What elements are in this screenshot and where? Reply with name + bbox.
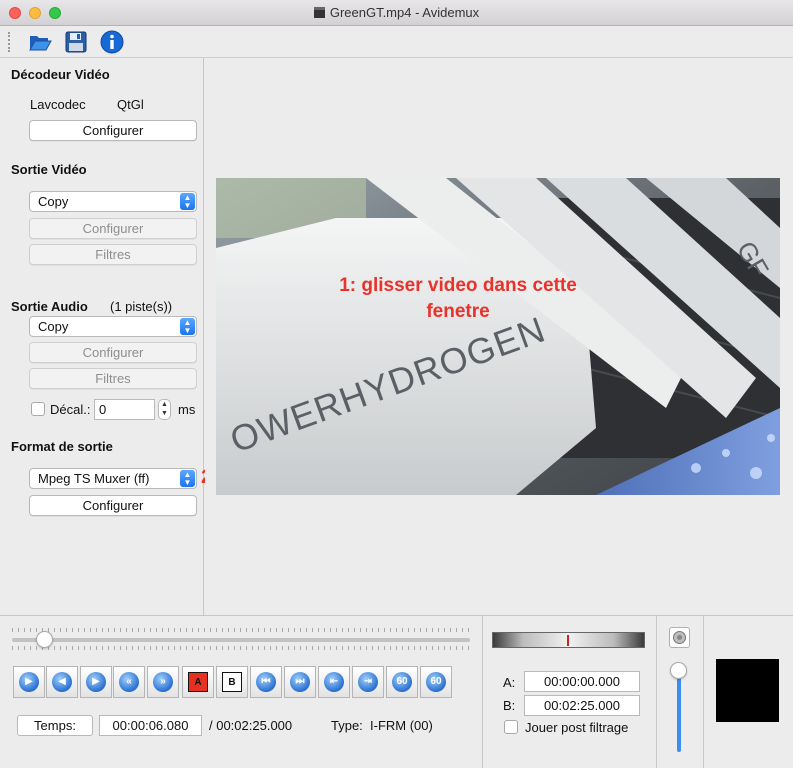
toolbar [0,26,793,58]
timeline-ticks-top [12,628,470,632]
volume-slider-handle[interactable] [670,662,687,679]
muxer-configure-button[interactable]: Configurer [29,495,197,516]
next-keyframe-button[interactable]: » [147,666,179,698]
time-button[interactable]: Temps: [17,715,93,736]
muxer-select[interactable]: Mpeg TS Muxer (ff) ▲ ▼ [29,468,197,489]
next-frame-icon: ▶ [86,672,106,692]
audio-shift-stepper[interactable]: ▲ ▼ [158,399,171,420]
renderer-name: QtGl [117,97,144,112]
decoder-name: Lavcodec [30,97,86,112]
select-arrows-icon: ▲ ▼ [180,318,195,335]
video-configure-button[interactable]: Configurer [29,218,197,239]
go-first-frame-button[interactable]: ⇤ [318,666,350,698]
output-preview-thumbnail [716,659,779,722]
play-button[interactable]: ▶ [13,666,45,698]
post-filter-label: Jouer post filtrage [525,720,629,735]
marker-b-field[interactable]: 00:02:25.000 [524,695,640,716]
marker-a-label: A: [503,675,516,690]
marker-a-field[interactable]: 00:00:00.000 [524,671,640,692]
previous-frame-button[interactable]: ◀ [46,666,78,698]
back-one-minute-button[interactable]: 60 [386,666,418,698]
back-one-minute-icon: 60 [392,672,412,692]
annotation-step-1: 1: glisser video dans cette fenetre [339,275,577,322]
set-marker-b-button[interactable]: B [216,666,248,698]
volume-slider[interactable] [677,672,681,752]
previous-keyframe-button[interactable]: « [113,666,145,698]
title-bar: GreenGT.mp4 - Avidemux [0,0,793,26]
timeline-slider[interactable] [12,638,470,642]
divider [482,616,483,768]
output-format-heading: Format de sortie [11,439,113,454]
forward-one-minute-icon: 60 [426,672,446,692]
previous-frame-icon: ◀ [52,672,72,692]
next-frame-button[interactable]: ▶ [80,666,112,698]
post-filter-checkbox[interactable] [504,720,518,734]
toolbar-grip-handle[interactable] [8,32,12,52]
muxer-value: Mpeg TS Muxer (ff) [38,471,150,486]
volume-speaker-button[interactable] [669,627,690,648]
divider [656,616,657,768]
go-marker-a-icon: ⏮ [256,672,276,692]
folder-open-icon[interactable] [28,30,52,54]
audio-configure-button[interactable]: Configurer [29,342,197,363]
audio-output-heading: Sortie Audio [11,299,88,314]
audio-tracks-count: (1 piste(s)) [110,299,173,314]
video-output-heading: Sortie Vidéo [11,162,87,177]
audio-shift-checkbox[interactable] [31,402,45,416]
video-codec-select[interactable]: Copy ▲ ▼ [29,191,197,212]
timeline-ticks-bottom [12,646,470,650]
timeline-slider-handle[interactable] [36,631,53,648]
marker-b-label: B: [503,698,516,713]
select-arrows-icon: ▲ ▼ [180,470,195,487]
go-marker-b-button[interactable]: ⏭ [284,666,316,698]
go-marker-b-icon: ⏭ [290,672,310,692]
clapperboard-icon [313,7,325,18]
video-frame[interactable]: OWERHYDROGEN GF 1: glisser video dans ce… [216,178,780,495]
frame-type: Type: I-FRM (00) [331,718,433,733]
video-codec-value: Copy [38,194,69,209]
video-decoder-heading: Décodeur Vidéo [11,67,110,82]
current-time-field[interactable]: 00:00:06.080 [99,715,202,736]
go-last-frame-icon: ⇥ [358,672,378,692]
audio-filters-button[interactable]: Filtres [29,368,197,389]
info-icon[interactable] [100,30,124,54]
audio-codec-value: Copy [38,319,69,334]
video-frame-image: OWERHYDROGEN GF [216,178,780,495]
audio-shift-unit: ms [178,402,196,417]
speaker-icon [673,631,686,644]
audio-codec-select[interactable]: Copy ▲ ▼ [29,316,197,337]
go-first-frame-icon: ⇤ [324,672,344,692]
next-keyframe-icon: » [153,672,173,692]
total-time: / 00:02:25.000 [209,718,293,733]
jog-shuttle[interactable] [492,632,645,648]
set-marker-a-icon: A [188,672,208,692]
previous-keyframe-icon: « [119,672,139,692]
go-last-frame-button[interactable]: ⇥ [352,666,384,698]
audio-shift-input[interactable]: 0 [94,399,155,420]
video-filters-button[interactable]: Filtres [29,244,197,265]
go-marker-a-button[interactable]: ⏮ [250,666,282,698]
forward-one-minute-button[interactable]: 60 [420,666,452,698]
jog-marker [567,635,569,646]
set-marker-b-icon: B [222,672,242,692]
set-marker-a-button[interactable]: A [182,666,214,698]
audio-shift-label: Décal.: [50,402,91,417]
window-title-text: GreenGT.mp4 - Avidemux [329,5,480,20]
select-arrows-icon: ▲ ▼ [180,193,195,210]
decoder-configure-button[interactable]: Configurer [29,120,197,141]
window-title: GreenGT.mp4 - Avidemux [0,5,793,20]
play-icon: ▶ [19,672,39,692]
divider [703,616,704,768]
floppy-save-icon[interactable] [64,30,88,54]
